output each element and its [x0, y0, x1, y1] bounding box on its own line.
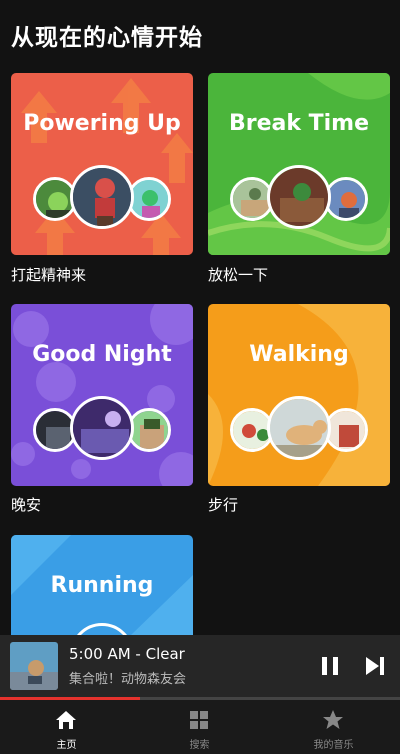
tab-my-music[interactable]: 我的音乐 — [267, 700, 400, 754]
card-title: Walking — [249, 342, 349, 367]
home-icon — [56, 711, 76, 729]
album-art-thumb — [267, 165, 331, 229]
card-label: 步行 — [208, 496, 239, 514]
page-title: 从现在的心情开始 — [11, 25, 203, 51]
grid-icon — [190, 711, 208, 729]
tab-home[interactable]: 主页 — [0, 700, 133, 754]
header: 从现在的心情开始 — [0, 0, 400, 68]
now-playing-art — [10, 642, 58, 690]
album-art-thumb — [70, 165, 134, 229]
tab-label: 主页 — [56, 740, 77, 751]
mini-player[interactable]: 5:00 AM - Clear 集合啦！动物森友会 — [0, 635, 400, 697]
card-title: Good Night — [32, 342, 172, 367]
playlist-card-walking[interactable]: Walking — [208, 304, 390, 486]
pause-button[interactable] — [317, 653, 343, 679]
track-title: 5:00 AM - Clear — [69, 645, 185, 663]
playlist-card-powering-up[interactable]: Powering Up — [11, 73, 193, 255]
pause-icon — [322, 657, 338, 675]
card-label: 放松一下 — [208, 266, 269, 284]
album-art-thumb — [70, 396, 134, 460]
album-art-thumb — [267, 396, 331, 460]
card-label: 晚安 — [11, 496, 42, 514]
playlist-card-break-time[interactable]: Break Time — [208, 73, 390, 255]
track-subtitle: 集合啦！动物森友会 — [69, 672, 187, 687]
card-title: Break Time — [228, 111, 370, 136]
tab-search[interactable]: 搜索 — [133, 700, 266, 754]
tab-label: 搜索 — [189, 740, 210, 751]
tab-bar: 主页 搜索 我的音乐 — [0, 700, 400, 754]
next-button[interactable] — [362, 653, 388, 679]
skip-next-icon — [366, 657, 384, 675]
playlist-card-good-night[interactable]: Good Night — [11, 304, 193, 486]
star-icon — [323, 710, 343, 729]
card-title: Powering Up — [23, 111, 181, 136]
card-title: Running — [50, 573, 154, 598]
playlist-card-running[interactable]: Running — [11, 535, 193, 635]
tab-label: 我的音乐 — [313, 740, 354, 751]
card-label: 打起精神来 — [11, 266, 87, 284]
